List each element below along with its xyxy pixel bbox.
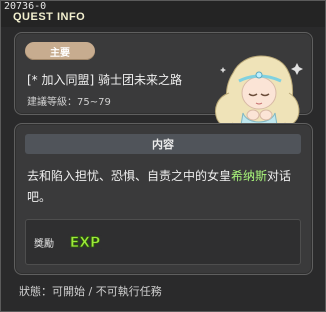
quest-description: 去和陷入担忧、恐惧、自责之中的女皇希纳斯对话吧。 <box>27 166 301 208</box>
quest-status: 狀態：可開始 / 不可執行任務 <box>19 283 162 299</box>
content-section-header: 内容 <box>25 134 301 154</box>
npc-name-highlight: 希纳斯 <box>231 169 268 183</box>
window-title: QUEST INFO <box>13 11 86 23</box>
reward-area: 獎勵 EXP <box>25 219 301 265</box>
description-text-before: 去和陷入担忧、恐惧、自责之中的女皇 <box>27 169 232 183</box>
status-value: 可開始 / 不可執行任務 <box>52 285 162 298</box>
level-value: 75~79 <box>77 97 111 108</box>
recommended-level: 建議等級：75~79 <box>27 93 111 108</box>
exp-icon[interactable]: EXP <box>68 231 102 253</box>
title-bar[interactable]: 20736-0 QUEST INFO <box>1 1 325 27</box>
quest-info-window: 20736-0 QUEST INFO 主要 [* 加入同盟] 骑士团未来之路 建… <box>0 0 326 312</box>
level-label: 建議等級： <box>27 97 77 108</box>
quest-name: [* 加入同盟] 骑士团未来之路 <box>27 73 182 87</box>
exp-text: EXP <box>70 235 101 251</box>
quest-summary-panel: 主要 [* 加入同盟] 骑士团未来之路 建議等級：75~79 <box>14 32 313 138</box>
quest-type-badge: 主要 <box>25 42 95 60</box>
reward-label: 獎勵 <box>34 239 54 250</box>
status-label: 狀態： <box>19 285 52 298</box>
quest-detail-panel: 内容 去和陷入担忧、恐惧、自责之中的女皇希纳斯对话吧。 獎勵 EXP <box>14 123 313 275</box>
